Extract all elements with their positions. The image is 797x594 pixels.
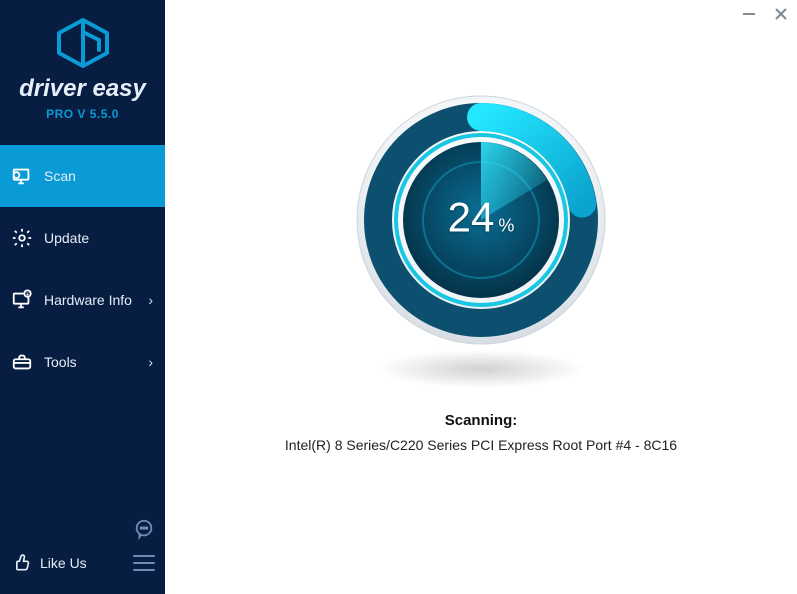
main-pane: 24 % Scanning: Intel(R) 8 Series/C220 Se… — [165, 0, 797, 594]
progress-value: 24 — [448, 194, 495, 242]
sidebar-footer: Like Us — [0, 504, 165, 594]
app-logo-icon — [55, 18, 111, 73]
chevron-right-icon: › — [148, 292, 153, 308]
scan-status: Scanning: Intel(R) 8 Series/C220 Series … — [285, 412, 677, 453]
toolbox-icon — [10, 350, 34, 374]
gauge-shadow — [376, 350, 586, 388]
like-row: Like Us — [10, 546, 155, 580]
app-name: driver easy — [0, 75, 165, 103]
monitor-info-icon — [10, 288, 34, 312]
progress-gauge: 24 % — [351, 90, 611, 350]
like-label[interactable]: Like Us — [40, 555, 87, 571]
sidebar-item-label: Hardware Info — [44, 292, 148, 308]
sidebar-item-tools[interactable]: Tools › — [0, 331, 165, 393]
sidebar: driver easy PRO V 5.5.0 Scan — [0, 0, 165, 594]
window-controls — [739, 4, 791, 24]
brand-block: driver easy PRO V 5.5.0 — [0, 0, 165, 131]
feedback-row — [10, 512, 155, 546]
gear-icon — [10, 226, 34, 250]
nav: Scan Update — [0, 145, 165, 504]
progress-percent: 24 % — [448, 194, 515, 242]
chat-bubble-icon[interactable] — [133, 518, 155, 540]
sidebar-item-hardware[interactable]: Hardware Info › — [0, 269, 165, 331]
status-detail: Intel(R) 8 Series/C220 Series PCI Expres… — [285, 437, 677, 453]
close-button[interactable] — [771, 4, 791, 24]
sidebar-item-update[interactable]: Update — [0, 207, 165, 269]
sidebar-item-label: Scan — [44, 168, 153, 184]
hamburger-menu-icon[interactable] — [133, 552, 155, 574]
app-version: PRO V 5.5.0 — [0, 107, 165, 121]
sidebar-item-label: Tools — [44, 354, 148, 370]
sidebar-item-scan[interactable]: Scan — [0, 145, 165, 207]
percent-symbol: % — [498, 216, 514, 237]
thumbs-up-icon[interactable] — [10, 552, 32, 574]
minimize-button[interactable] — [739, 4, 759, 24]
sidebar-item-label: Update — [44, 230, 153, 246]
status-title: Scanning: — [285, 412, 677, 429]
monitor-search-icon — [10, 164, 34, 188]
chevron-right-icon: › — [148, 354, 153, 370]
scan-area: 24 % Scanning: Intel(R) 8 Series/C220 Se… — [165, 90, 797, 453]
